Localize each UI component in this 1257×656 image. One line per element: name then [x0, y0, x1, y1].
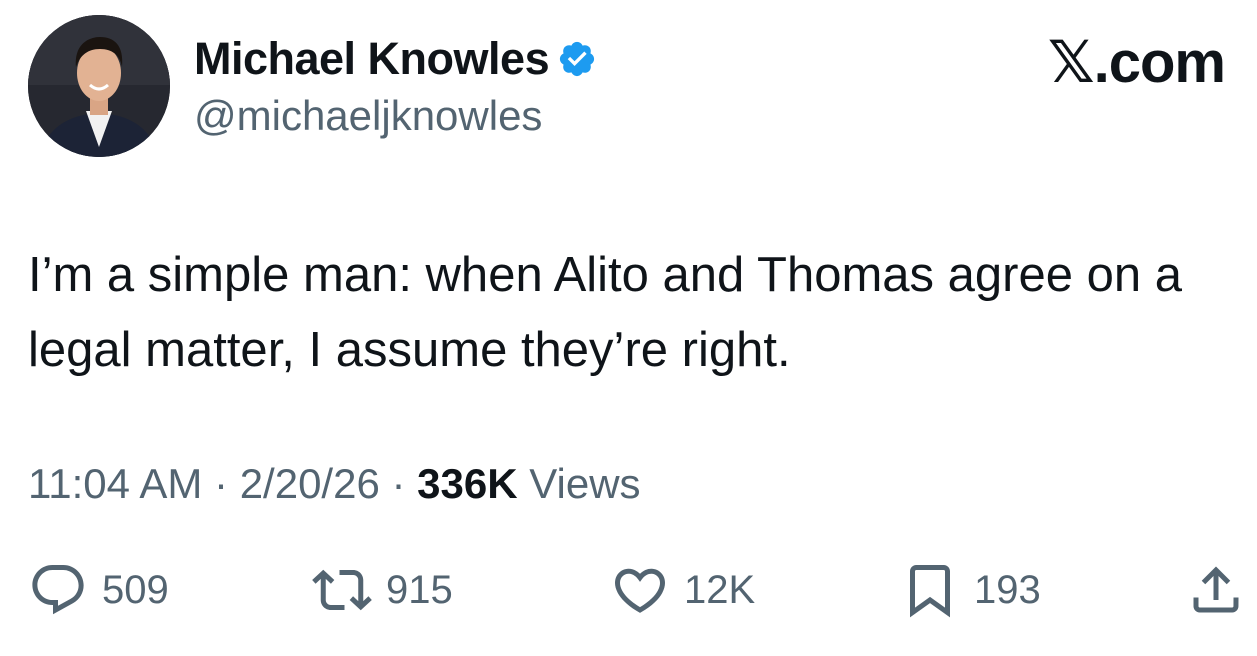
like-count: 12K — [684, 567, 756, 612]
heart-icon — [614, 568, 666, 613]
tweet-time[interactable]: 11:04 AM — [28, 460, 202, 507]
bookmark-button[interactable]: 193 — [900, 555, 1041, 625]
avatar[interactable] — [28, 15, 170, 157]
like-button[interactable]: 12K — [610, 555, 755, 625]
reply-button[interactable]: 509 — [28, 555, 169, 625]
reply-icon — [32, 565, 84, 615]
views-label: Views — [529, 460, 641, 507]
profile-photo — [28, 15, 170, 157]
reply-count: 509 — [102, 567, 169, 612]
author-name-row: Michael Knowles — [194, 30, 597, 88]
retweet-icon — [312, 569, 372, 611]
author-handle[interactable]: @michaeljknowles — [194, 92, 542, 140]
tweet-date[interactable]: 2/20/26 — [240, 460, 380, 507]
action-bar: 509 915 12K 193 — [0, 555, 1257, 625]
meta-separator: · — [214, 460, 229, 507]
tweet-meta: 11:04 AM · 2/20/26 · 336K Views — [28, 460, 641, 508]
x-logo: 𝕏.com — [1047, 30, 1226, 95]
bookmark-icon — [910, 565, 950, 618]
tweet-text: I’m a simple man: when Alito and Thomas … — [28, 248, 1182, 377]
meta-separator: · — [391, 460, 406, 507]
retweet-button[interactable]: 915 — [312, 555, 453, 625]
author-display-name[interactable]: Michael Knowles — [194, 33, 550, 85]
retweet-count: 915 — [386, 567, 453, 612]
views-count[interactable]: 336K — [417, 460, 517, 507]
verified-badge-icon[interactable] — [557, 39, 597, 79]
share-icon — [1193, 566, 1239, 613]
bookmark-count: 193 — [974, 567, 1041, 612]
share-button[interactable] — [1186, 555, 1246, 625]
